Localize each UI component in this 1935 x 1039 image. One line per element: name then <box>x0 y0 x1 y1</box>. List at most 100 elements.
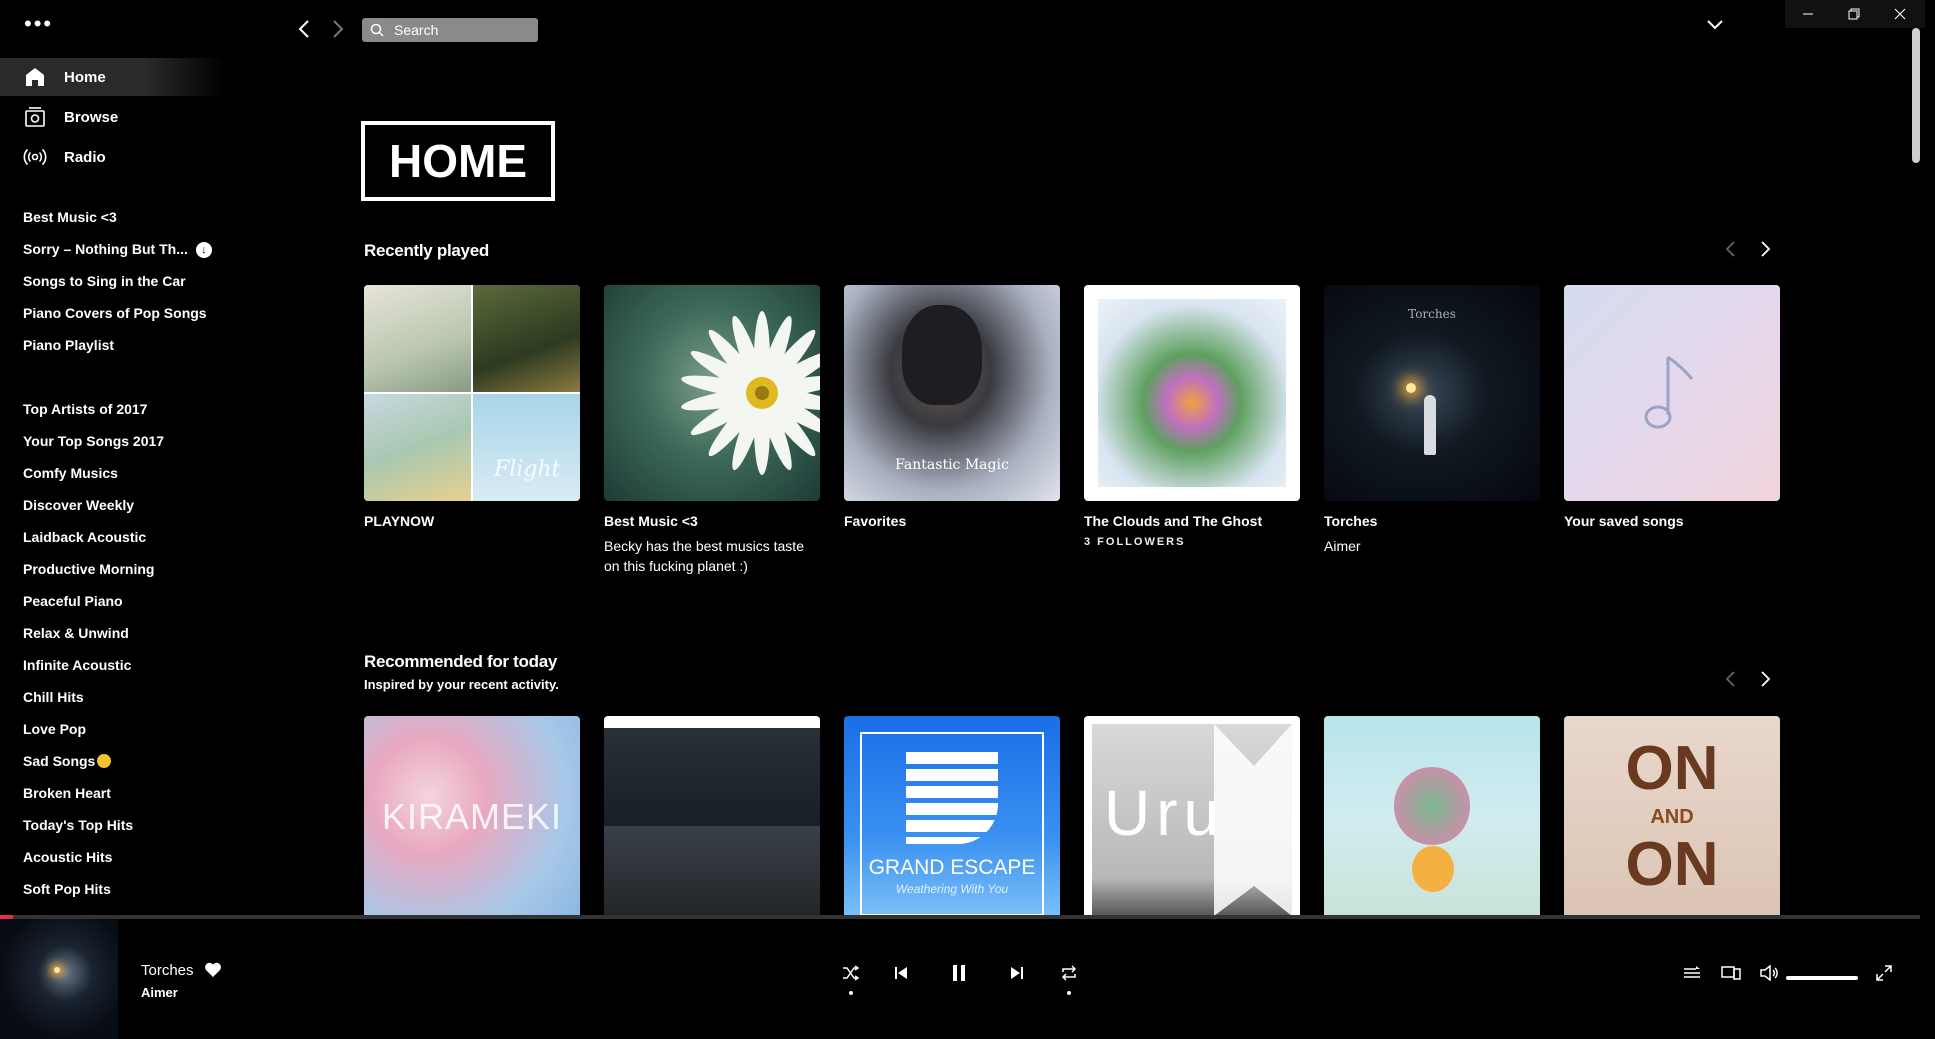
sidebar: ••• Home Browse Radio Best Music <3 Sorr… <box>0 0 225 915</box>
shuffle-button[interactable] <box>839 961 863 985</box>
card-title: Torches <box>1324 513 1378 529</box>
nav-home[interactable]: Home <box>0 58 225 96</box>
now-playing-artist[interactable]: Aimer <box>141 985 178 1000</box>
playlist-item[interactable]: Productive Morning <box>23 561 154 577</box>
card-artwork <box>1084 285 1300 501</box>
chevron-left-icon <box>298 20 309 38</box>
card-art-text: Fantastic Magic <box>895 457 1009 473</box>
home-icon <box>26 68 44 86</box>
now-playing-artwork[interactable] <box>0 919 118 1039</box>
playlist-item[interactable]: Sad Songs <box>23 753 112 769</box>
playlist-item[interactable]: Peaceful Piano <box>23 593 123 609</box>
volume-icon <box>1760 965 1778 981</box>
card-playnow[interactable]: Flight PLAYNOW <box>364 285 580 530</box>
card-best-music[interactable]: Best Music <3 Becky has the best musics … <box>604 285 820 576</box>
window-titlebar <box>1785 0 1925 28</box>
repeat-button[interactable] <box>1057 961 1081 985</box>
previous-button[interactable] <box>889 961 913 985</box>
nav-radio[interactable]: Radio <box>0 138 225 176</box>
repeat-active-indicator <box>1067 991 1071 995</box>
playlist-item[interactable]: Comfy Musics <box>23 465 118 481</box>
card-recommended[interactable] <box>1324 716 1540 916</box>
forward-button[interactable] <box>328 14 348 44</box>
card-artwork <box>604 285 820 501</box>
card-recommended[interactable]: GRAND ESCAPE Weathering With You <box>844 716 1060 916</box>
user-menu-dropdown[interactable] <box>1705 12 1725 42</box>
pause-button[interactable] <box>947 961 971 985</box>
playlist-item[interactable]: Your Top Songs 2017 <box>23 433 164 449</box>
playlist-item[interactable]: Broken Heart <box>23 785 111 801</box>
playlist-label: Acoustic Hits <box>23 849 113 865</box>
player-bar: Torches Aimer <box>0 919 1935 1039</box>
search-input[interactable] <box>394 22 524 38</box>
playlist-item[interactable]: Laidback Acoustic <box>23 529 146 545</box>
playlist-label: Piano Playlist <box>23 337 115 353</box>
like-button[interactable] <box>204 961 222 979</box>
card-art-subtext: Weathering With You <box>895 882 1009 896</box>
sad-emoji-icon <box>97 754 112 768</box>
card-torches[interactable]: Torches Torches Aimer <box>1324 285 1540 556</box>
portrait-image <box>902 305 982 405</box>
street-image <box>604 826 820 916</box>
playlist-label: Relax & Unwind <box>23 625 129 641</box>
playlist-item[interactable]: Best Music <3 <box>23 209 117 225</box>
playlist-item[interactable]: Relax & Unwind <box>23 625 129 641</box>
card-favorites[interactable]: Fantastic Magic Favorites <box>844 285 1060 530</box>
card-recommended[interactable]: ON AND ON <box>1564 716 1780 916</box>
playlist-label: Love Pop <box>23 721 87 737</box>
recently-played-next-button[interactable] <box>1755 237 1775 261</box>
playlist-label: Laidback Acoustic <box>23 529 147 545</box>
more-options-icon[interactable]: ••• <box>24 13 53 35</box>
card-art-text: GRAND ESCAPE <box>868 856 1036 879</box>
playlist-item[interactable]: Piano Playlist <box>23 337 114 353</box>
nav-browse[interactable]: Browse <box>0 98 225 136</box>
recently-played-prev-button[interactable] <box>1721 237 1741 261</box>
download-icon: ↓ <box>195 242 212 258</box>
fullscreen-button[interactable] <box>1872 961 1896 985</box>
playlist-item[interactable]: Today's Top Hits <box>23 817 133 833</box>
playlist-item[interactable]: Piano Covers of Pop Songs <box>23 305 207 321</box>
card-art-text: Flight <box>494 457 561 482</box>
playlist-item[interactable]: Top Artists of 2017 <box>23 401 147 417</box>
card-recommended[interactable]: Uru <box>1084 716 1300 916</box>
skip-previous-icon <box>895 967 907 979</box>
card-saved-songs[interactable]: Your saved songs <box>1564 285 1780 530</box>
playlist-item[interactable]: Songs to Sing in the Car <box>23 273 186 289</box>
recommended-next-button[interactable] <box>1755 667 1775 691</box>
devices-button[interactable] <box>1719 961 1743 985</box>
queue-button[interactable] <box>1680 961 1704 985</box>
playlist-item[interactable]: Chill Hits <box>23 689 84 705</box>
card-title: Best Music <3 <box>604 513 698 529</box>
nav-home-label: Home <box>64 68 106 86</box>
playlist-item[interactable]: Infinite Acoustic <box>23 657 131 673</box>
minimize-button[interactable] <box>1785 0 1831 28</box>
piano-keys-image <box>906 752 998 844</box>
figure-image <box>1424 395 1436 455</box>
playlist-item[interactable]: Sorry – Nothing But Th... ↓ <box>23 241 212 258</box>
volume-slider[interactable] <box>1786 976 1858 980</box>
card-recommended[interactable] <box>604 716 820 916</box>
playlist-item[interactable]: Discover Weekly <box>23 497 134 513</box>
card-recommended[interactable]: KIRAMEKI <box>364 716 580 916</box>
chevron-left-icon <box>1725 241 1735 257</box>
music-note-icon <box>1644 355 1694 429</box>
playlist-item[interactable]: Soft Pop Hits <box>23 881 111 897</box>
nav-radio-label: Radio <box>64 148 106 166</box>
playlist-item[interactable]: Love Pop <box>23 721 86 737</box>
next-button[interactable] <box>1005 961 1029 985</box>
volume-button[interactable] <box>1758 961 1782 985</box>
restore-button[interactable] <box>1831 0 1877 28</box>
playlist-label: Chill Hits <box>23 689 84 705</box>
card-clouds-ghost[interactable]: The Clouds and The Ghost 3 FOLLOWERS <box>1084 285 1300 548</box>
close-button[interactable] <box>1877 0 1923 28</box>
back-button[interactable] <box>294 14 314 44</box>
recommended-prev-button[interactable] <box>1721 667 1741 691</box>
search-box[interactable] <box>362 18 538 42</box>
playlist-item[interactable]: Acoustic Hits <box>23 849 112 865</box>
card-art-endtext: ON <box>1625 830 1719 899</box>
now-playing-title[interactable]: Torches <box>141 962 194 979</box>
main-scrollbar[interactable] <box>1912 28 1920 163</box>
card-artwork: GRAND ESCAPE Weathering With You <box>844 716 1060 916</box>
card-art-midtext: AND <box>1650 806 1694 828</box>
card-art-text: Torches <box>1408 307 1456 321</box>
